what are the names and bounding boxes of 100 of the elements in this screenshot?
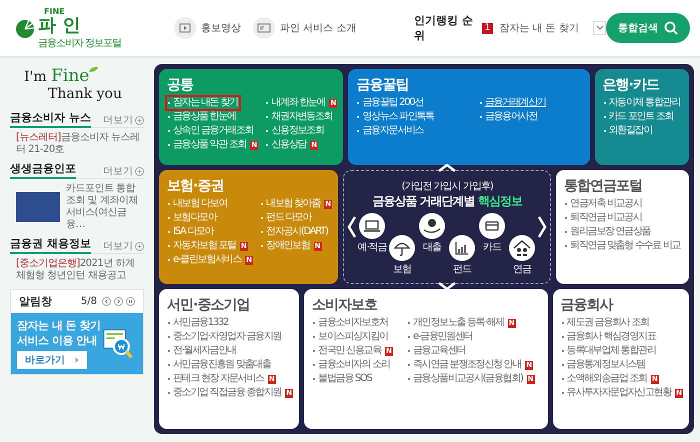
photo-placeholder bbox=[16, 192, 60, 222]
card-title: 금융회사 bbox=[560, 296, 614, 314]
menu-link[interactable]: 금융상품 약관 조회 bbox=[165, 137, 250, 153]
menu-link[interactable]: 전·월세자금안내 bbox=[165, 343, 239, 359]
category-link[interactable]: 보험 bbox=[388, 234, 416, 276]
search-button[interactable]: 통합검색 bbox=[606, 13, 690, 43]
menu-link[interactable]: 장애인보험 bbox=[258, 238, 313, 254]
section-title: 금융소비자 뉴스 bbox=[10, 110, 91, 128]
menu-link[interactable]: 영상뉴스 파인톡톡 bbox=[354, 109, 437, 125]
menu-link[interactable]: 서민금융진흥원 맞춤대출 bbox=[165, 357, 274, 373]
more-link[interactable]: 더보기 bbox=[103, 239, 144, 253]
menu-link[interactable]: 제도권 금융회사 조회 bbox=[558, 315, 652, 331]
card-title: 은행·카드 bbox=[602, 76, 660, 94]
more-link[interactable]: 더보기 bbox=[103, 164, 144, 178]
menu-link[interactable]: 소액해외송금업 조회 bbox=[558, 371, 650, 387]
menu-link[interactable]: 개인정보노출 등록·해제 bbox=[404, 315, 507, 331]
core-title: 금융상품 거래단계별 핵심정보 bbox=[372, 192, 522, 210]
menu-link[interactable]: 자동이체 통합관리 bbox=[600, 95, 683, 111]
menu-link[interactable]: 외환길잡이 bbox=[600, 123, 656, 139]
menu-link[interactable]: 잠자는 내돈 찾기 bbox=[165, 95, 241, 111]
nav-link[interactable]: 홍보영상 bbox=[174, 17, 241, 39]
menu-link[interactable]: 퇴직연금 비교공시 bbox=[562, 210, 645, 226]
banner-headline: 서비스 이용 안내 bbox=[17, 333, 98, 348]
laptop-icon bbox=[359, 212, 386, 238]
menu-link[interactable]: 금융통계정보시스템 bbox=[558, 357, 648, 373]
logo-tagline: 금융소비자 정보포털 bbox=[38, 36, 122, 50]
caret-icon bbox=[596, 25, 604, 31]
menu-link[interactable]: 불법금융 SOS bbox=[310, 371, 375, 387]
menu-link[interactable]: 금융소비자의 소리 bbox=[310, 357, 393, 373]
promo-banner[interactable]: 잠자는 내 돈 찾기 서비스 이용 안내 바로가기 › bbox=[11, 313, 143, 374]
menu-link[interactable]: 내보험 다보여 bbox=[165, 196, 230, 212]
pause-icon[interactable] bbox=[126, 297, 135, 306]
menu-link[interactable]: ISA 다모아 bbox=[165, 224, 216, 240]
chevron-down-icon[interactable] bbox=[437, 282, 458, 290]
card-title: 금융꿀팁 bbox=[356, 76, 410, 94]
previous-icon[interactable] bbox=[102, 297, 111, 306]
menu-link[interactable]: 즉시연금 분쟁조정신청 안내 bbox=[404, 357, 524, 373]
plus-icon bbox=[135, 166, 144, 176]
section-title: 금융권 채용정보 bbox=[10, 236, 91, 254]
menu-link[interactable]: 전국민 신용교육 bbox=[310, 343, 384, 359]
ranking-item[interactable]: 잠자는 내 돈 찾기 bbox=[499, 21, 588, 35]
nav-link[interactable]: 파인 서비스 소개 bbox=[253, 17, 356, 39]
logo-icon bbox=[14, 17, 36, 39]
category-link[interactable]: 펀드 bbox=[448, 234, 476, 276]
card-title: 보험·증권 bbox=[167, 177, 224, 195]
play-icon bbox=[174, 17, 196, 39]
plus-icon bbox=[135, 242, 144, 250]
category-link[interactable]: 예·적금 bbox=[358, 212, 386, 276]
dropdown-button[interactable] bbox=[593, 21, 606, 35]
category-link[interactable]: 대출 bbox=[418, 212, 446, 276]
menu-link[interactable]: 내계좌 한눈에 bbox=[263, 95, 328, 111]
menu-link[interactable]: 금융거래계산기 bbox=[476, 95, 549, 111]
menu-link[interactable]: 중소기업·자영업자 금융지원 bbox=[165, 329, 284, 345]
menu-link[interactable]: 금융자문서비스 bbox=[354, 123, 426, 139]
menu-link[interactable]: e-금융민원센터 bbox=[404, 329, 476, 345]
menu-link[interactable]: 펀드 다모아 bbox=[258, 210, 314, 226]
banner-headline: 잠자는 내 돈 찾기 bbox=[17, 318, 100, 333]
menu-link[interactable]: 핀테크 현장 자문서비스 bbox=[165, 371, 267, 387]
menu-link[interactable]: 내보험 찾아줌 bbox=[258, 196, 324, 212]
menu-link[interactable]: 등록대부업체 통합관리 bbox=[558, 343, 658, 359]
menu-link[interactable]: 금융용어사전 bbox=[476, 109, 540, 125]
menu-link[interactable]: 보이스피싱지킴이 bbox=[310, 329, 391, 345]
menu-link[interactable]: 금융회사 핵심경영지표 bbox=[558, 329, 658, 345]
menu-link[interactable]: 자동차보험 포털 bbox=[165, 238, 239, 254]
logo-name: 파 인 bbox=[38, 16, 82, 36]
category-link[interactable]: 카드 bbox=[478, 212, 506, 276]
chevron-up-icon[interactable] bbox=[437, 164, 458, 172]
menu-link[interactable]: 중소기업 직접금융 종합지원 bbox=[165, 385, 284, 401]
menu-link[interactable]: 퇴직연금 맞춤형 수수료 비교 bbox=[562, 238, 684, 254]
menu-link[interactable]: 신용상담 bbox=[263, 137, 310, 153]
menu-link[interactable]: 보험다모아 bbox=[165, 210, 220, 226]
menu-link[interactable]: 채권자변동조회 bbox=[263, 109, 336, 125]
menu-link[interactable]: 유사투자자문업자신고현황 bbox=[558, 385, 674, 401]
go-button[interactable]: 바로가기 › bbox=[17, 351, 87, 369]
card-title: 통합연금포털 bbox=[564, 177, 644, 195]
article-link[interactable]: 카드포인트 통합조회 및 계좌이체 서비스(여신금융… bbox=[66, 183, 144, 231]
news-link[interactable]: [중소기업은행]2021년 하계 체험형 청년인턴 채용공고 bbox=[16, 258, 144, 282]
menu-link[interactable]: 전자공시(DART) bbox=[258, 224, 331, 240]
category-link[interactable]: 연금 bbox=[508, 234, 536, 276]
menu-link[interactable]: 상속인 금융거래조회 bbox=[165, 123, 256, 139]
menu-link[interactable]: 카드 포인트 조회 bbox=[600, 109, 676, 125]
greeting-text: Thank you bbox=[47, 86, 124, 102]
menu-link[interactable]: 금융상품 한눈에 bbox=[165, 109, 239, 125]
menu-link[interactable]: e-클린보험서비스 bbox=[165, 252, 244, 268]
chevron-left-icon[interactable] bbox=[347, 216, 356, 238]
next-icon[interactable] bbox=[114, 297, 123, 306]
plus-icon bbox=[135, 116, 144, 124]
menu-link[interactable]: 신용정보조회 bbox=[263, 123, 327, 139]
menu-link[interactable]: 금융꿀팁 200선 bbox=[354, 95, 426, 111]
menu-link[interactable]: 서민금융1332 bbox=[165, 315, 232, 331]
news-link[interactable]: [뉴스레터]금융소비자 뉴스레터 21-20호 bbox=[16, 132, 144, 156]
more-link[interactable]: 더보기 bbox=[103, 113, 144, 127]
menu-link[interactable]: 금융교육센터 bbox=[404, 343, 468, 359]
menu-link[interactable]: 금융상품비교공시(금융협회) bbox=[404, 371, 526, 387]
menu-link[interactable]: 원리금보장 연금상품 bbox=[562, 224, 654, 240]
menu-link[interactable]: 연금저축 비교공시 bbox=[562, 196, 645, 212]
menu-link[interactable]: 금융소비자보호처 bbox=[310, 315, 391, 331]
section-title: 생생금융인포 bbox=[10, 161, 76, 179]
chevron-right-icon[interactable] bbox=[538, 216, 548, 238]
ranking-label: 인기랭킹 순위 bbox=[414, 13, 474, 43]
